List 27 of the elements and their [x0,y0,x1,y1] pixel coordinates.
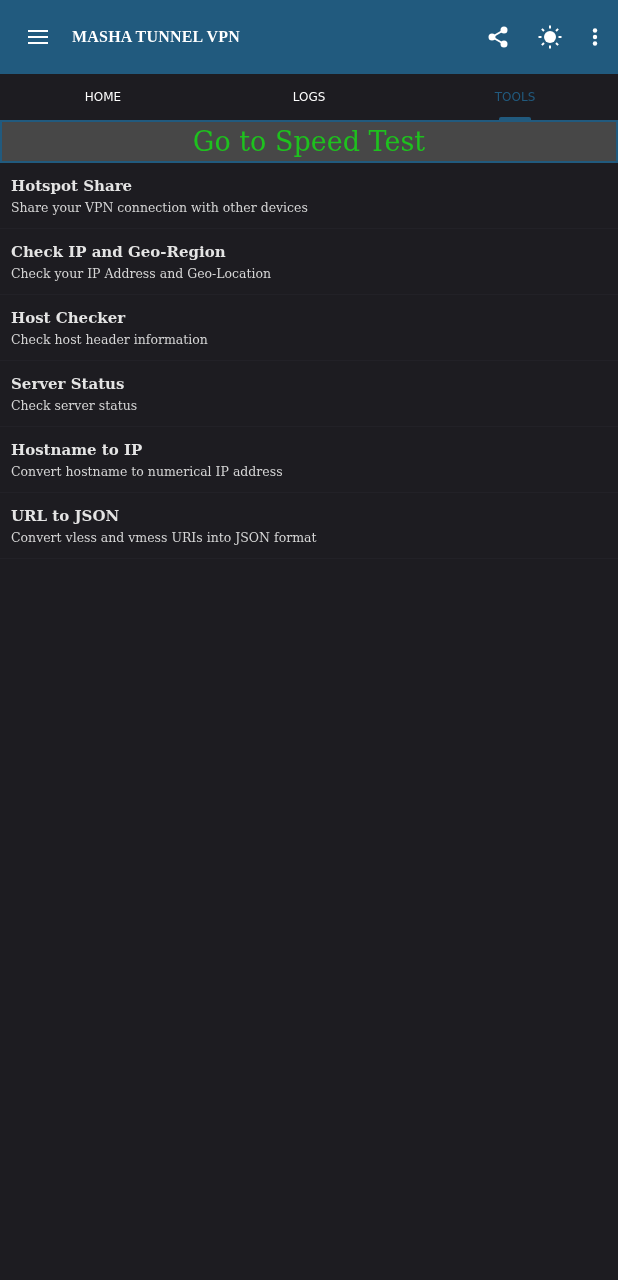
tool-item[interactable]: Server Status Check server status [0,361,618,427]
more-icon [592,28,598,46]
tab[interactable]: HOME [0,74,206,120]
tool-item[interactable]: Hotspot Share Share your VPN connection with other devices [0,163,618,229]
tool-item[interactable]: Host Checker Check host header information [0,295,618,361]
tool-title: Hostname to IP [11,440,143,459]
tool-item[interactable]: Check IP and Geo-Region Check your IP Address and Geo-Location [0,229,618,295]
tab[interactable]: LOGS [206,74,412,120]
tool-description: Check host header information [11,331,208,347]
tool-title: Check IP and Geo-Region [11,242,226,261]
tool-description: Convert hostname to numerical IP address [11,463,283,479]
tool-item[interactable]: URL to JSON Convert vless and vmess URIs into JSON format [0,493,618,559]
tool-title: Host Checker [11,308,126,327]
tool-description: Convert vless and vmess URIs into JSON format [11,529,317,545]
tool-description: Check server status [11,397,138,413]
tool-description: Share your VPN connection with other devices [11,199,308,215]
tool-title: Server Status [11,374,125,393]
tool-item[interactable]: Hostname to IP Convert hostname to numerical IP address [0,427,618,493]
share-icon [488,26,508,48]
tool-description: Check your IP Address and Geo-Location [11,265,272,281]
tab-indicator [499,117,531,120]
tool-title: Hotspot Share [11,176,133,195]
speed-test-button[interactable]: Go to Speed Test [0,120,618,163]
sun-icon [538,25,562,49]
tool-title: URL to JSON [11,506,120,525]
menu-icon [28,29,48,45]
app-title: MASHA TUNNEL VPN [72,28,241,46]
